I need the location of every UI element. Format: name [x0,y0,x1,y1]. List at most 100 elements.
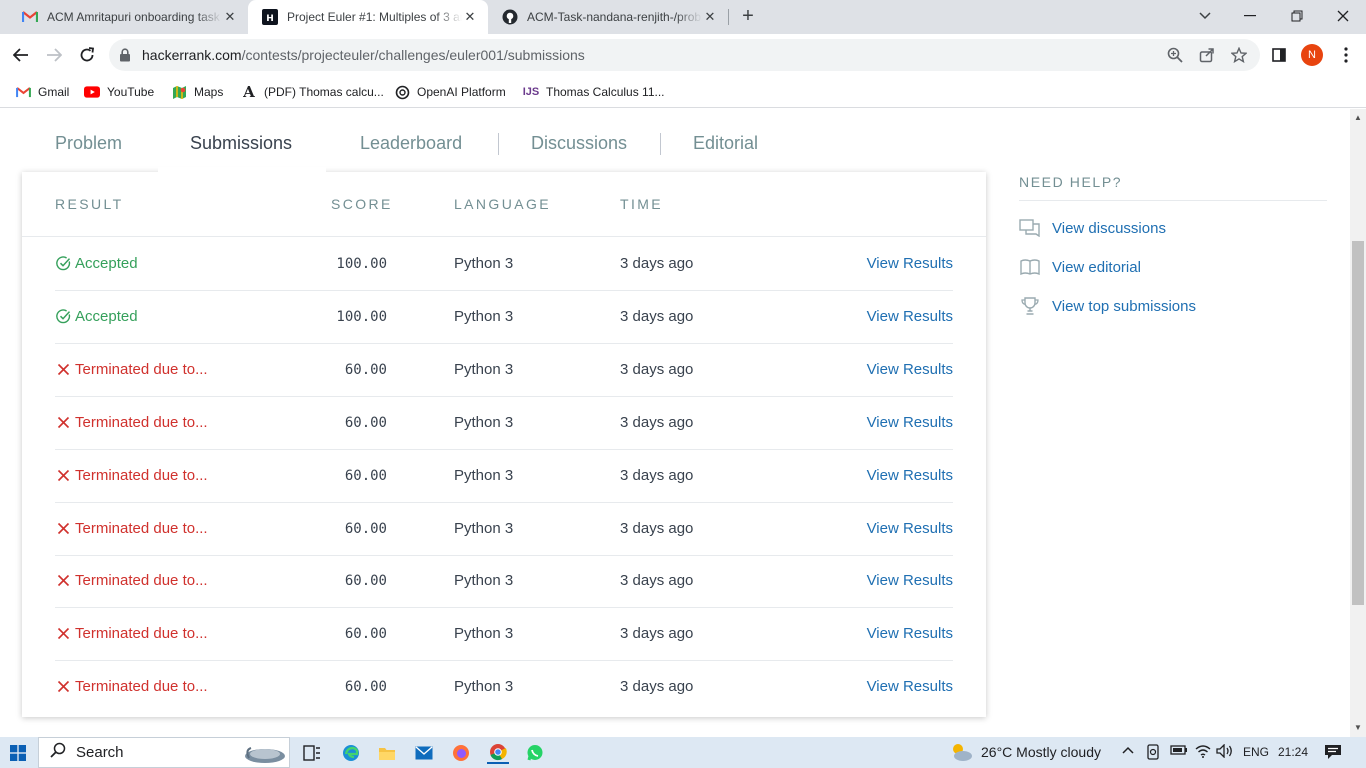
time-value: 3 days ago [620,519,694,537]
close-tab-icon[interactable]: ✕ [702,9,718,25]
lock-icon[interactable] [119,48,131,67]
view-results-link[interactable]: View Results [867,572,953,589]
task-view-icon[interactable] [301,742,323,764]
view-results-link[interactable]: View Results [867,361,953,378]
new-tab-button[interactable]: + [738,6,758,27]
score-value: 100.00 [336,256,387,272]
wifi-icon[interactable] [1195,744,1211,758]
bookmark-youtube[interactable]: YouTube [84,82,154,102]
side-panel-icon[interactable] [1267,43,1291,67]
scrollbar-thumb[interactable] [1352,241,1364,605]
close-tab-icon[interactable]: ✕ [462,9,478,25]
firefox-icon[interactable] [450,742,472,764]
view-results-link[interactable]: View Results [867,678,953,695]
restore-icon[interactable] [1285,5,1309,27]
tab-search-chevron-icon[interactable] [1193,5,1217,27]
time-value: 3 days ago [620,572,694,590]
tab-problem[interactable]: Problem [55,133,122,154]
table-row: Terminated due to... 60.00 Python 3 3 days … [55,450,953,503]
view-results-link[interactable]: View Results [867,255,953,272]
search-icon [50,742,66,763]
view-top-submissions-link[interactable]: View top submissions [1019,295,1196,317]
gmail-icon [22,9,38,25]
chevron-up-icon[interactable] [1122,746,1134,754]
browser-toolbar: hackerrank.com/contests/projecteuler/cha… [0,34,1366,76]
address-bar[interactable]: hackerrank.com/contests/projecteuler/cha… [109,39,1260,71]
whatsapp-icon[interactable] [524,742,546,764]
table-row: Accepted 100.00 Python 3 3 days ago View Res… [55,291,953,344]
score-value: 60.00 [344,626,387,643]
view-results-link[interactable]: View Results [867,467,953,484]
windows-taskbar: Search 26°C Mostly cloudy ENG 21:24 [0,737,1366,768]
bookmark-gmail[interactable]: Gmail [15,82,69,102]
table-row: Terminated due to... 60.00 Python 3 3 days … [55,397,953,450]
chrome-icon[interactable] [487,742,509,764]
battery-icon[interactable] [1170,744,1188,756]
zoom-icon[interactable] [1166,46,1184,64]
language-value: Python 3 [454,360,514,378]
svg-text:H: H [266,14,274,24]
score-value: 60.00 [344,573,387,590]
academia-icon: A [243,83,255,101]
view-editorial-link[interactable]: View editorial [1019,256,1141,278]
table-row: Terminated due to... 60.00 Python 3 3 days … [55,608,953,662]
bookmark-openai[interactable]: OpenAI Platform [394,82,506,102]
language-value: Python 3 [454,678,514,696]
back-arrow-icon[interactable] [9,43,33,67]
bookmark-label: Thomas Calculus 11... [546,85,665,99]
edge-icon[interactable] [340,742,362,764]
tab-divider [498,133,499,155]
input-language[interactable]: ENG [1243,745,1269,759]
time-value: 3 days ago [620,307,694,325]
bookmark-maps[interactable]: Maps [171,82,223,102]
cross-icon [55,679,71,695]
browser-tab-gmail[interactable]: ACM Amritapuri onboarding task ✕ [8,0,248,34]
url-text[interactable]: hackerrank.com/contests/projecteuler/cha… [142,47,585,63]
close-tab-icon[interactable]: ✕ [222,9,238,25]
scroll-up-arrow-icon[interactable]: ▲ [1354,113,1362,122]
browser-tab-hackerrank[interactable]: H Project Euler #1: Multiples of 3 and 5… [248,0,488,34]
bookmark-star-icon[interactable] [1230,46,1248,64]
notification-icon[interactable] [1324,744,1342,760]
windows-start-icon[interactable] [10,745,26,766]
share-icon[interactable] [1198,46,1216,64]
search-highlight-icon [241,740,289,768]
view-results-link[interactable]: View Results [867,414,953,431]
tab-discussions[interactable]: Discussions [531,133,627,154]
profile-avatar[interactable]: N [1301,44,1323,66]
tab-submissions[interactable]: Submissions [190,133,292,154]
close-window-icon[interactable] [1331,5,1355,27]
weather-text[interactable]: 26°C Mostly cloudy [981,744,1101,760]
score-value: 60.00 [344,414,387,431]
result-text: Accepted [75,255,138,272]
taskbar-search-box[interactable]: Search [38,737,290,768]
score-value: 60.00 [344,520,387,537]
clock[interactable]: 21:24 [1278,745,1308,759]
result-status: Terminated due to... [55,361,208,378]
browser-tab-github[interactable]: ACM-Task-nandana-renjith-/problem ✕ [488,0,728,34]
discussion-icon [1019,218,1041,238]
menu-kebab-icon[interactable] [1334,43,1358,67]
minimize-icon[interactable] [1238,5,1262,27]
bookmark-thomas-pdf[interactable]: A (PDF) Thomas calcu... [241,82,384,102]
mail-icon[interactable] [413,742,435,764]
view-results-link[interactable]: View Results [867,625,953,642]
tab-leaderboard[interactable]: Leaderboard [360,133,462,154]
file-explorer-icon[interactable] [376,742,398,764]
view-results-link[interactable]: View Results [867,520,953,537]
scroll-down-arrow-icon[interactable]: ▼ [1354,723,1362,732]
meet-now-icon[interactable] [1146,744,1162,760]
weather-cloud-icon[interactable] [948,741,974,763]
view-discussions-link[interactable]: View discussions [1019,217,1166,239]
bookmark-thomas-calculus[interactable]: IJS Thomas Calculus 11... [523,82,665,102]
reload-icon[interactable] [75,43,99,67]
volume-icon[interactable] [1216,744,1234,758]
hackerrank-icon: H [262,9,278,25]
cross-icon [55,626,71,642]
page-scrollbar[interactable]: ▲ ▼ [1350,109,1366,737]
cross-icon [55,573,71,589]
page-content: Problem Submissions Leaderboard Discussi… [0,109,1350,737]
forward-arrow-icon[interactable] [42,43,66,67]
tab-editorial[interactable]: Editorial [693,133,758,154]
view-results-link[interactable]: View Results [867,308,953,325]
